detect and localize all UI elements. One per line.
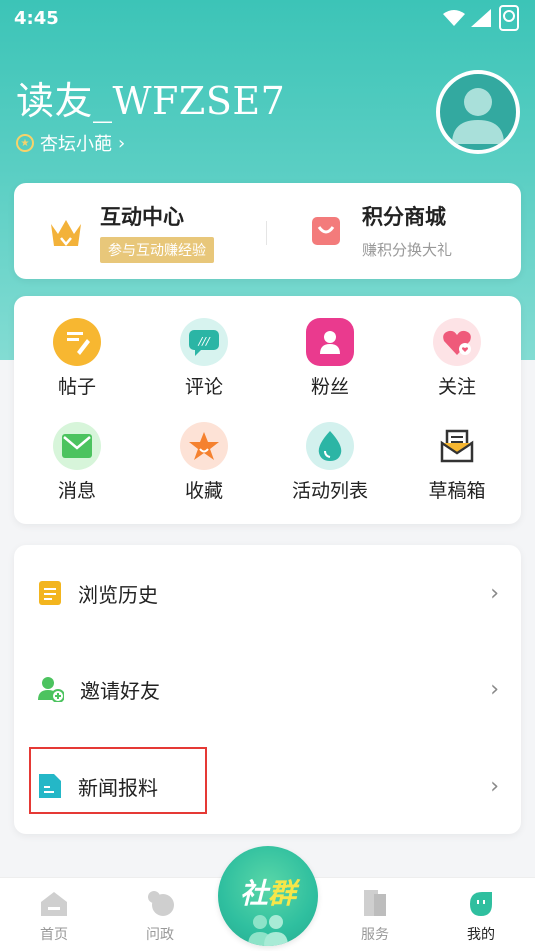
post-icon xyxy=(53,318,101,366)
grid-label: 收藏 xyxy=(184,480,223,502)
grid-item-messages[interactable]: 消息 xyxy=(14,422,140,522)
signal-icon xyxy=(471,9,491,27)
grid-label: 帖子 xyxy=(57,376,96,398)
battery-icon xyxy=(499,5,519,31)
tab-label: 问政 xyxy=(146,927,174,943)
grid-label: 评论 xyxy=(184,376,223,398)
shopping-bag-icon xyxy=(312,216,340,245)
grid-label: 活动列表 xyxy=(291,480,368,502)
list-label: 浏览历史 xyxy=(78,582,158,607)
tab-mine[interactable]: 我的 xyxy=(441,888,521,944)
status-bar: 4:45 xyxy=(0,0,535,38)
feature-grid-card: 帖子 /// 评论 粉丝 关注 消息 收藏 活动列表 草稿箱 xyxy=(14,296,521,524)
comment-icon: /// xyxy=(180,318,228,366)
points-mall-subtitle: 赚积分换大礼 xyxy=(362,241,453,259)
chevron-right-icon: › xyxy=(490,580,499,606)
interaction-center[interactable]: 互动中心 参与互动赚经验 xyxy=(48,201,214,263)
interaction-badge: 参与互动赚经验 xyxy=(100,237,214,263)
level-link[interactable]: ★ 杏坛小葩 › xyxy=(16,130,125,156)
grid-label: 草稿箱 xyxy=(428,480,486,502)
home-icon xyxy=(41,892,67,916)
message-icon xyxy=(53,422,101,470)
highlight-box xyxy=(29,747,207,814)
community-button[interactable]: 社群 xyxy=(218,846,318,946)
grid-item-posts[interactable]: 帖子 xyxy=(14,318,140,418)
tab-home[interactable]: 首页 xyxy=(14,888,94,944)
people-icon xyxy=(248,915,288,946)
top-card: 互动中心 参与互动赚经验 积分商城 赚积分换大礼 xyxy=(14,183,521,279)
status-time: 4:45 xyxy=(14,8,59,29)
activity-icon xyxy=(306,422,354,470)
follow-icon xyxy=(433,318,481,366)
level-label: 杏坛小葩 xyxy=(40,134,112,155)
chevron-right-icon: › xyxy=(118,132,126,154)
user-avatar-icon xyxy=(452,88,504,144)
points-mall[interactable]: 积分商城 赚积分换大礼 xyxy=(308,201,452,260)
grid-item-comments[interactable]: /// 评论 xyxy=(141,318,267,418)
list-item-history[interactable]: 浏览历史 › xyxy=(14,545,521,641)
tab-label: 首页 xyxy=(40,927,68,943)
community-label-b: 群 xyxy=(268,877,297,910)
politics-icon xyxy=(148,891,174,916)
list-label: 邀请好友 xyxy=(80,678,160,703)
level-star-icon: ★ xyxy=(16,134,34,152)
fans-icon xyxy=(306,318,354,366)
crown-icon xyxy=(51,220,81,246)
tab-politics[interactable]: 问政 xyxy=(120,888,200,944)
mine-icon xyxy=(470,892,492,916)
grid-item-activities[interactable]: 活动列表 xyxy=(267,422,393,522)
chevron-right-icon: › xyxy=(490,676,499,702)
tab-service[interactable]: 服务 xyxy=(335,888,415,944)
divider xyxy=(266,221,267,245)
grid-label: 粉丝 xyxy=(310,376,349,398)
interaction-title: 互动中心 xyxy=(100,205,184,229)
grid-label: 关注 xyxy=(437,376,476,398)
username[interactable]: 读友_WFZSE7 xyxy=(16,70,285,125)
tab-label: 服务 xyxy=(361,927,389,943)
grid-item-follow[interactable]: 关注 xyxy=(394,318,520,418)
community-label-a: 社 xyxy=(239,877,268,910)
avatar[interactable] xyxy=(436,70,520,154)
chevron-right-icon: › xyxy=(490,773,499,799)
drafts-icon xyxy=(433,422,481,470)
grid-label: 消息 xyxy=(57,480,96,502)
wifi-icon xyxy=(443,10,465,26)
history-icon xyxy=(39,581,61,605)
service-icon xyxy=(364,890,386,916)
grid-item-favorites[interactable]: 收藏 xyxy=(141,422,267,522)
svg-text:///: /// xyxy=(197,335,210,348)
invite-icon xyxy=(38,677,64,702)
points-mall-title: 积分商城 xyxy=(362,205,446,229)
status-icons xyxy=(443,4,521,32)
grid-item-drafts[interactable]: 草稿箱 xyxy=(394,422,520,522)
grid-item-fans[interactable]: 粉丝 xyxy=(267,318,393,418)
list-item-invite[interactable]: 邀请好友 › xyxy=(14,641,521,737)
favorite-icon xyxy=(180,422,228,470)
tab-label: 我的 xyxy=(467,927,495,943)
community-label: 社群 xyxy=(218,872,318,912)
